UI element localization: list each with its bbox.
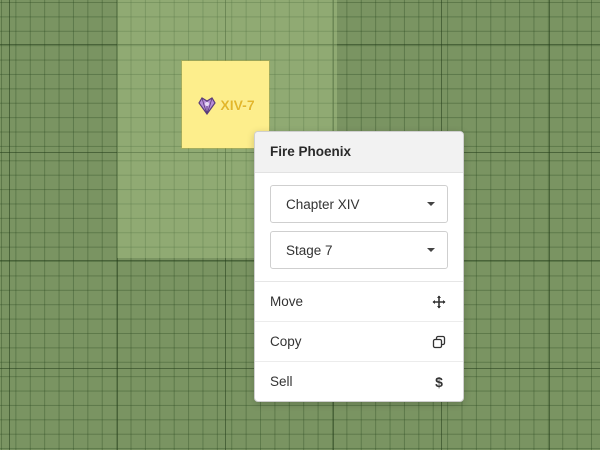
sell-action[interactable]: Sell $ — [255, 362, 463, 401]
move-label: Move — [270, 294, 304, 309]
move-action[interactable]: Move — [255, 282, 463, 322]
chevron-down-icon — [427, 202, 435, 206]
dollar-icon: $ — [435, 373, 443, 390]
stage-select[interactable]: Stage 7 — [270, 231, 448, 269]
stage-select-value: Stage 7 — [286, 242, 333, 258]
unit-context-menu: Fire Phoenix Chapter XIV Stage 7 Move Co… — [254, 131, 464, 402]
chapter-select-value: Chapter XIV — [286, 196, 360, 212]
crystal-emblem-icon — [196, 94, 218, 116]
tile-label: XIV-7 — [220, 96, 255, 113]
copy-action[interactable]: Copy — [255, 322, 463, 362]
move-arrows-icon — [432, 295, 446, 309]
level-selectors: Chapter XIV Stage 7 — [255, 173, 463, 282]
copy-label: Copy — [270, 334, 302, 349]
menu-title: Fire Phoenix — [255, 132, 463, 173]
chevron-down-icon — [427, 248, 435, 252]
chapter-select[interactable]: Chapter XIV — [270, 185, 448, 223]
copy-icon — [432, 335, 446, 349]
sell-label: Sell — [270, 374, 293, 389]
